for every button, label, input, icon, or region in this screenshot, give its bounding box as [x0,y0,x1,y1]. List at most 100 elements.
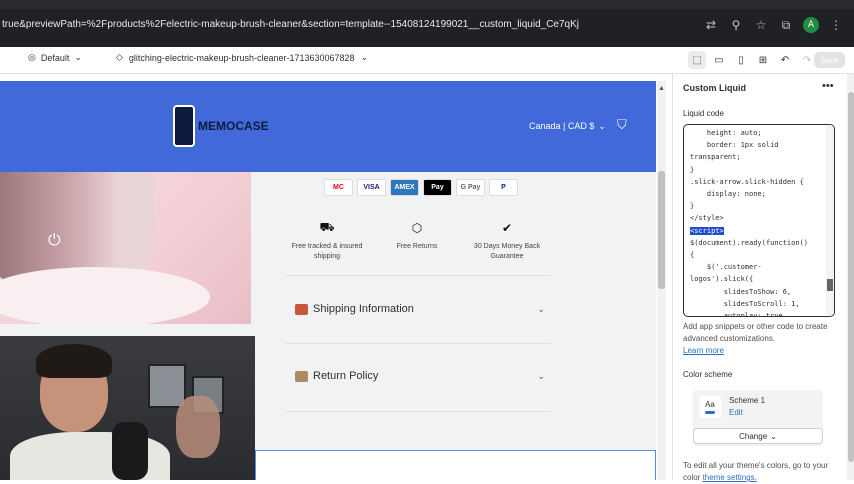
help-description: Add app snippets or other code to create… [683,322,828,343]
feature-list: ⛟ Free tracked & insured shipping ⬡ Free… [282,219,552,262]
selected-section-outline[interactable] [255,450,656,480]
more-options-icon[interactable]: ••• [822,80,834,92]
address-bar[interactable]: true&previewPath=%2Fproducts%2Felectric-… [0,14,690,36]
undo-icon[interactable]: ↶ [776,51,794,69]
chevron-down-icon: ⌄ [537,303,545,314]
scroll-up-icon[interactable]: ▲ [658,85,665,92]
google-pay-icon: G Pay [456,179,485,196]
page-selector[interactable]: ◇ glitching-electric-makeup-brush-cleane… [116,52,368,63]
code-content[interactable]: height: auto; border: 1px solid transpare… [690,127,824,316]
help-text: Add app snippets or other code to create… [683,321,833,357]
store-header: MEMOCASE Canada | CAD $ ⌄ ⛉ [0,81,656,172]
currency-label: Canada | CAD $ [529,121,595,131]
code-line[interactable]: $('.customer- [690,261,824,273]
cart-icon[interactable]: ⛉ [617,117,637,137]
desktop-view-icon[interactable]: ▭ [710,51,728,69]
chevron-down-icon: ⌄ [537,370,545,381]
sidebar-scrollbar[interactable] [847,74,854,480]
save-button[interactable]: Save [814,52,845,68]
box-icon [295,370,308,382]
code-line[interactable]: .slick-arrow.slick-hidden { [690,176,824,188]
power-icon: ⏻ [48,232,61,249]
scheme-name: Scheme 1 [729,396,766,405]
code-line[interactable]: <script> [690,225,824,237]
settings-sidebar: Custom Liquid ••• Liquid code height: au… [672,74,854,482]
scheme-edit-link[interactable]: Edit [729,408,743,417]
code-line[interactable]: { [690,249,824,261]
person-hand [176,396,220,458]
person-hair [36,344,112,378]
theme-selector[interactable]: ◎ Default ⌄ [28,52,82,63]
feature-label: Free tracked & insured shipping [291,243,363,260]
zoom-icon[interactable]: ⚲ [728,17,744,33]
code-line[interactable]: </style> [690,212,824,224]
code-line[interactable]: slidesToScroll: 1, [690,298,824,310]
bookmark-star-icon[interactable]: ☆ [753,17,769,33]
code-line[interactable]: $(document).ready(function() [690,237,824,249]
currency-selector[interactable]: Canada | CAD $ ⌄ [529,121,606,132]
theme-icon: ◎ [28,52,36,62]
storefront-preview: MEMOCASE Canada | CAD $ ⌄ ⛉ ⏻ MC VISA AM… [0,81,656,480]
chevron-down-icon: ⌄ [598,121,606,131]
fullscreen-icon[interactable]: ⊞ [754,51,772,69]
paypal-icon: P [489,179,518,196]
liquid-code-editor[interactable]: height: auto; border: 1px solid transpare… [683,124,835,317]
code-line[interactable]: } [690,200,824,212]
truck-icon: ⛟ [319,220,335,234]
theme-settings-link[interactable]: theme settings. [703,473,757,482]
color-scheme-card[interactable]: Aa Scheme 1 Edit Change ⌄ [693,390,823,446]
mobile-view-icon[interactable]: ▯ [732,51,750,69]
code-scrollbar[interactable] [826,125,834,315]
browser-menu-icon[interactable]: ⋮ [828,17,844,33]
code-line[interactable]: autoplay: true, [690,310,824,316]
tag-icon: ◇ [116,52,123,62]
product-image: ⏻ [0,172,251,324]
swatch-text: Aa [705,400,715,409]
code-selection[interactable]: <script> [690,226,724,235]
check-circle-icon: ✔ [501,221,513,235]
tab-strip [0,0,854,9]
wall-frame [148,364,186,408]
feature-label: Free Returns [396,243,438,250]
feature-item: ⬡ Free Returns [372,219,462,262]
feature-item: ⛟ Free tracked & insured shipping [282,219,372,262]
extensions-icon[interactable]: ⧉ [778,17,794,33]
code-line[interactable]: display: none; [690,188,824,200]
code-line[interactable]: slidesToShow: 6, [690,286,824,298]
visa-icon: VISA [357,179,386,196]
amex-icon: AMEX [390,179,419,196]
chevron-down-icon: ⌄ [360,52,369,62]
code-line[interactable]: } [690,164,824,176]
divider [285,411,551,412]
change-scheme-button[interactable]: Change ⌄ [693,428,823,444]
preview-scrollbar[interactable]: ▲ [657,81,666,480]
accordion-return-policy[interactable]: Return Policy ⌄ [295,370,545,382]
store-logo[interactable]: MEMOCASE [173,105,269,147]
apple-pay-icon: Pay [423,179,452,196]
code-line[interactable]: border: 1px solid [690,139,824,151]
field-label: Liquid code [683,109,724,118]
scheme-swatch: Aa [699,396,721,418]
code-scrollbar-thumb[interactable] [827,279,833,291]
webcam-overlay [0,336,255,480]
inspector-icon[interactable]: ⬚ [688,51,706,69]
sidebar-scrollbar-thumb[interactable] [848,92,854,462]
divider [285,275,551,276]
code-line[interactable]: logos').slick({ [690,273,824,285]
change-label: Change [739,431,768,441]
payment-icons: MC VISA AMEX Pay G Pay P [324,179,518,196]
scrollbar-thumb[interactable] [658,171,665,289]
code-line[interactable]: height: auto; [690,127,824,139]
chevron-down-icon: ⌄ [770,431,777,441]
mastercard-icon: MC [324,179,353,196]
accordion-shipping[interactable]: Shipping Information ⌄ [295,303,545,315]
profile-avatar[interactable]: A [803,17,819,33]
section-title: Custom Liquid [683,83,746,93]
learn-more-link[interactable]: Learn more [683,346,724,355]
brand-name: MEMOCASE [198,119,269,133]
translate-icon[interactable]: ⇄ [703,17,719,33]
color-scheme-label: Color scheme [683,370,733,379]
product-base [0,267,210,324]
code-line[interactable]: transparent; [690,151,824,163]
feature-label: 30 Days Money Back Guarantee [473,243,541,260]
